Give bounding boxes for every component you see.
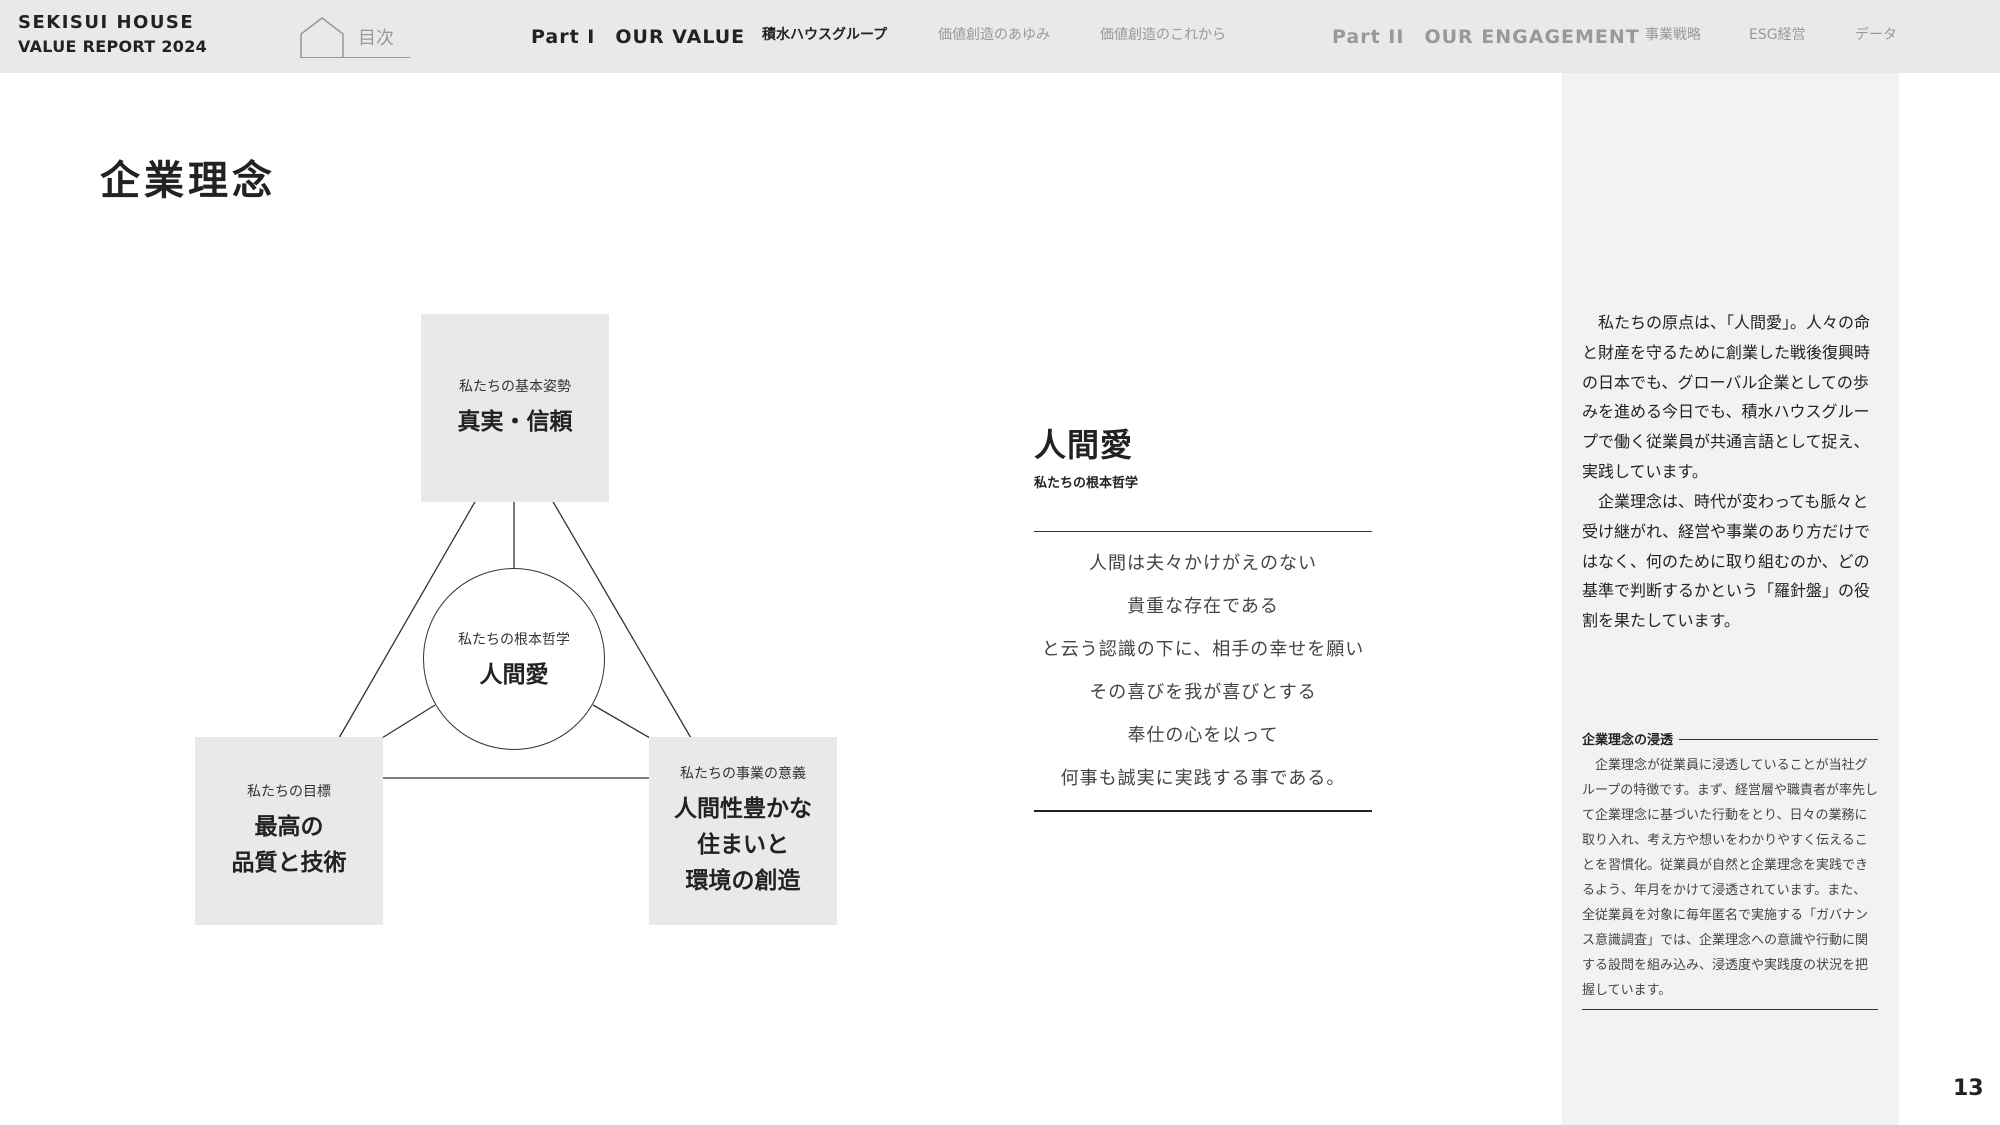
philosophy-title: 人間愛 [1034,426,1134,464]
nav-item-group[interactable]: 積水ハウスグループ [762,24,887,44]
box-basic-stance-main: 真実・信頼 [457,409,573,435]
side-small-text: 企業理念が従業員に浸透していることが当社グループの特徴です。まず、経営層や職責者… [1582,758,1879,998]
page-number: 13 [1953,1076,1984,1101]
philosophy-line: 人間は夫々かけがえのない [1089,553,1317,574]
circle-sub: 私たちの根本哲学 [458,632,570,648]
nav-item-future[interactable]: 価値創造のこれから [1100,24,1226,44]
side-section-heading: 企業理念の浸透 [1582,729,1878,749]
circle-root-philosophy: 私たちの根本哲学 人間愛 [423,568,605,750]
philosophy-line: その喜びを我が喜びとする [1089,682,1317,703]
box-goal-main-2: 品質と技術 [231,850,347,876]
nav-item-esg[interactable]: ESG経営 [1749,24,1806,44]
box-goal-sub: 私たちの目標 [247,784,331,800]
toc-link[interactable]: 目次 [300,14,410,58]
nav-part2[interactable]: Part II OUR ENGAGEMENT [1332,22,1640,49]
philosophy-text: 人間は夫々かけがえのない 貴重な存在である と云う認識の下に、相手の幸せを願い … [1034,532,1372,810]
box-basic-stance: 私たちの基本姿勢 真実・信頼 [421,314,609,502]
philosophy-divider-bottom [1034,810,1372,812]
philosophy-line: 奉仕の心を以って [1127,725,1279,746]
philosophy-line: 貴重な存在である [1127,596,1279,617]
brand-name: SEKISUI HOUSE [18,12,195,33]
report-name: VALUE REPORT 2024 [18,37,208,56]
philosophy-diagram: 私たちの基本姿勢 真実・信頼 私たちの根本哲学 人間愛 私たちの目標 最高の 品… [190,310,840,930]
nav-item-history[interactable]: 価値創造のあゆみ [938,24,1050,44]
home-icon [300,17,344,58]
top-navigation: SEKISUI HOUSE VALUE REPORT 2024 目次 Part … [0,0,2000,73]
circle-main: 人間愛 [479,662,549,688]
page-title: 企業理念 [100,158,276,204]
box-business-main-3: 環境の創造 [685,868,801,894]
side-paragraph-2: 企業理念は、時代が変わっても脈々と受け継がれ、経営や事業のあり方だけではなく、何… [1582,492,1871,631]
box-basic-stance-sub: 私たちの基本姿勢 [459,379,571,395]
philosophy-block: 人間愛 私たちの根本哲学 人間は夫々かけがえのない 貴重な存在である と云う認識… [1034,420,1372,812]
brand-logo[interactable]: SEKISUI HOUSE VALUE REPORT 2024 [18,12,207,60]
philosophy-line: 何事も誠実に実践する事である。 [1060,768,1346,789]
side-heading-text: 企業理念の浸透 [1582,729,1680,748]
side-bottom-rule [1582,1009,1878,1010]
box-business-main-1: 人間性豊かな [674,796,812,822]
box-goal: 私たちの目標 最高の 品質と技術 [195,737,383,925]
box-business-meaning: 私たちの事業の意義 人間性豊かな 住まいと 環境の創造 [649,737,837,925]
nav-part1[interactable]: Part I OUR VALUE [531,22,745,49]
box-goal-main-1: 最高の [254,814,324,840]
side-column: 私たちの原点は、「人間愛」。人々の命と財産を守るために創業した戦後復興時の日本で… [1562,73,1899,1125]
toc-label: 目次 [358,28,394,49]
philosophy-line: と云う認識の下に、相手の幸せを願い [1041,639,1365,660]
box-business-main-2: 住まいと [697,832,789,858]
nav-item-data[interactable]: データ [1855,24,1897,44]
box-business-sub: 私たちの事業の意義 [680,766,806,782]
nav-item-strategy[interactable]: 事業戦略 [1645,24,1701,44]
philosophy-subtitle: 私たちの根本哲学 [1034,476,1139,491]
side-paragraph-1: 私たちの原点は、「人間愛」。人々の命と財産を守るために創業した戦後復興時の日本で… [1582,313,1871,481]
